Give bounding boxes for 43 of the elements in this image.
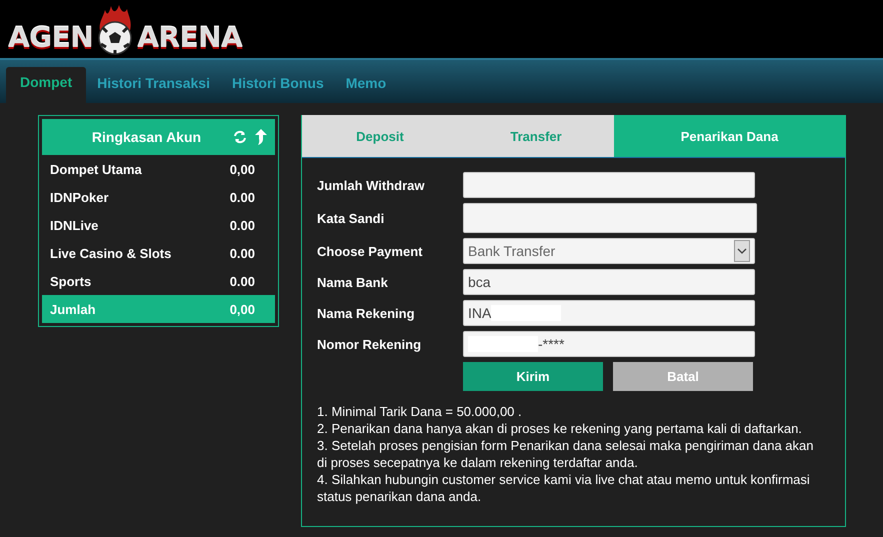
nav-tab[interactable]: Memo — [334, 67, 398, 99]
account-balance: 0.00 — [230, 274, 255, 288]
input-field[interactable] — [463, 203, 757, 233]
tab[interactable]: Transfer — [458, 115, 614, 157]
cancel-button[interactable]: Batal — [613, 362, 753, 391]
note-text: 4. Silahkan hubungin customer service kami via live chat atau memo untuk konfirmasi status penarikan dana anda. — [317, 471, 811, 505]
tab[interactable]: Deposit — [302, 115, 458, 157]
field-label: Kata Sandi — [317, 210, 386, 226]
input-field[interactable]: INA — [463, 300, 755, 326]
account-balance: 0.00 — [230, 246, 255, 260]
logo-text: AGEN — [8, 24, 94, 52]
input-field[interactable]: -**** — [463, 331, 755, 357]
account-name: Dompet Utama — [50, 162, 142, 176]
nav-tab[interactable]: Histori Bonus — [220, 67, 335, 99]
submit-button[interactable]: Kirim — [463, 362, 603, 391]
nav-tab[interactable]: Histori Transaksi — [86, 67, 221, 99]
logo-text: ARENA — [137, 24, 242, 52]
field-label: Jumlah Withdraw — [317, 178, 426, 192]
input-field[interactable] — [463, 172, 755, 198]
field-label: Nama Bank — [317, 274, 389, 290]
up-arrow-icon[interactable] — [255, 129, 267, 145]
note-text: 3. Setelah proses pengisian form Penarikan dana selesai maka pengiriman dana akan di proses secepatnya ke dalam rekening terdaftar anda. — [317, 437, 814, 471]
account-name: Sports — [50, 274, 92, 288]
field-label: Nama Rekening — [317, 306, 416, 320]
input-field[interactable]: bca — [463, 269, 755, 295]
nav-tab[interactable]: Dompet — [6, 67, 86, 103]
account-name: IDNLive — [50, 218, 98, 232]
caret-icon — [734, 240, 750, 262]
payment-dropdown[interactable]: Bank Transfer — [463, 238, 755, 264]
note-text: 1. Minimal Tarik Dana = 50.000,00 . — [317, 403, 523, 420]
account-balance: 0,00 — [230, 162, 255, 176]
account-balance: 0,00 — [230, 302, 255, 316]
refresh-icon[interactable] — [233, 130, 247, 144]
field-label: Choose Payment — [317, 244, 424, 258]
account-balance: 0.00 — [230, 190, 255, 204]
account-balance: 0.00 — [230, 218, 255, 232]
account-name: Jumlah — [50, 302, 96, 316]
tab[interactable]: Penarikan Dana — [614, 115, 845, 157]
field-label: Nomor Rekening — [317, 336, 422, 352]
summary-title: Ringkasan Akun — [90, 129, 202, 145]
account-name: Live Casino & Slots — [50, 246, 172, 260]
note-text: 2. Penarikan dana hanya akan di proses ke rekening yang pertama kali di daftarkan. — [317, 420, 803, 437]
account-name: IDNPoker — [50, 190, 109, 204]
